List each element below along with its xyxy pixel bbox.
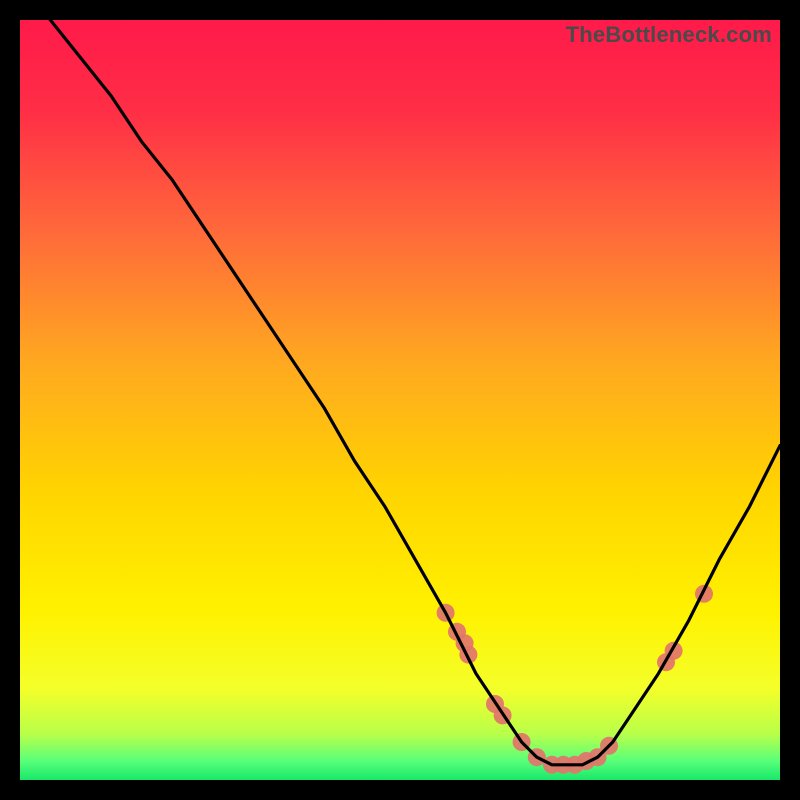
- watermark-text: TheBottleneck.com: [566, 22, 772, 48]
- chart-svg: [20, 20, 780, 780]
- chart-frame: TheBottleneck.com: [20, 20, 780, 780]
